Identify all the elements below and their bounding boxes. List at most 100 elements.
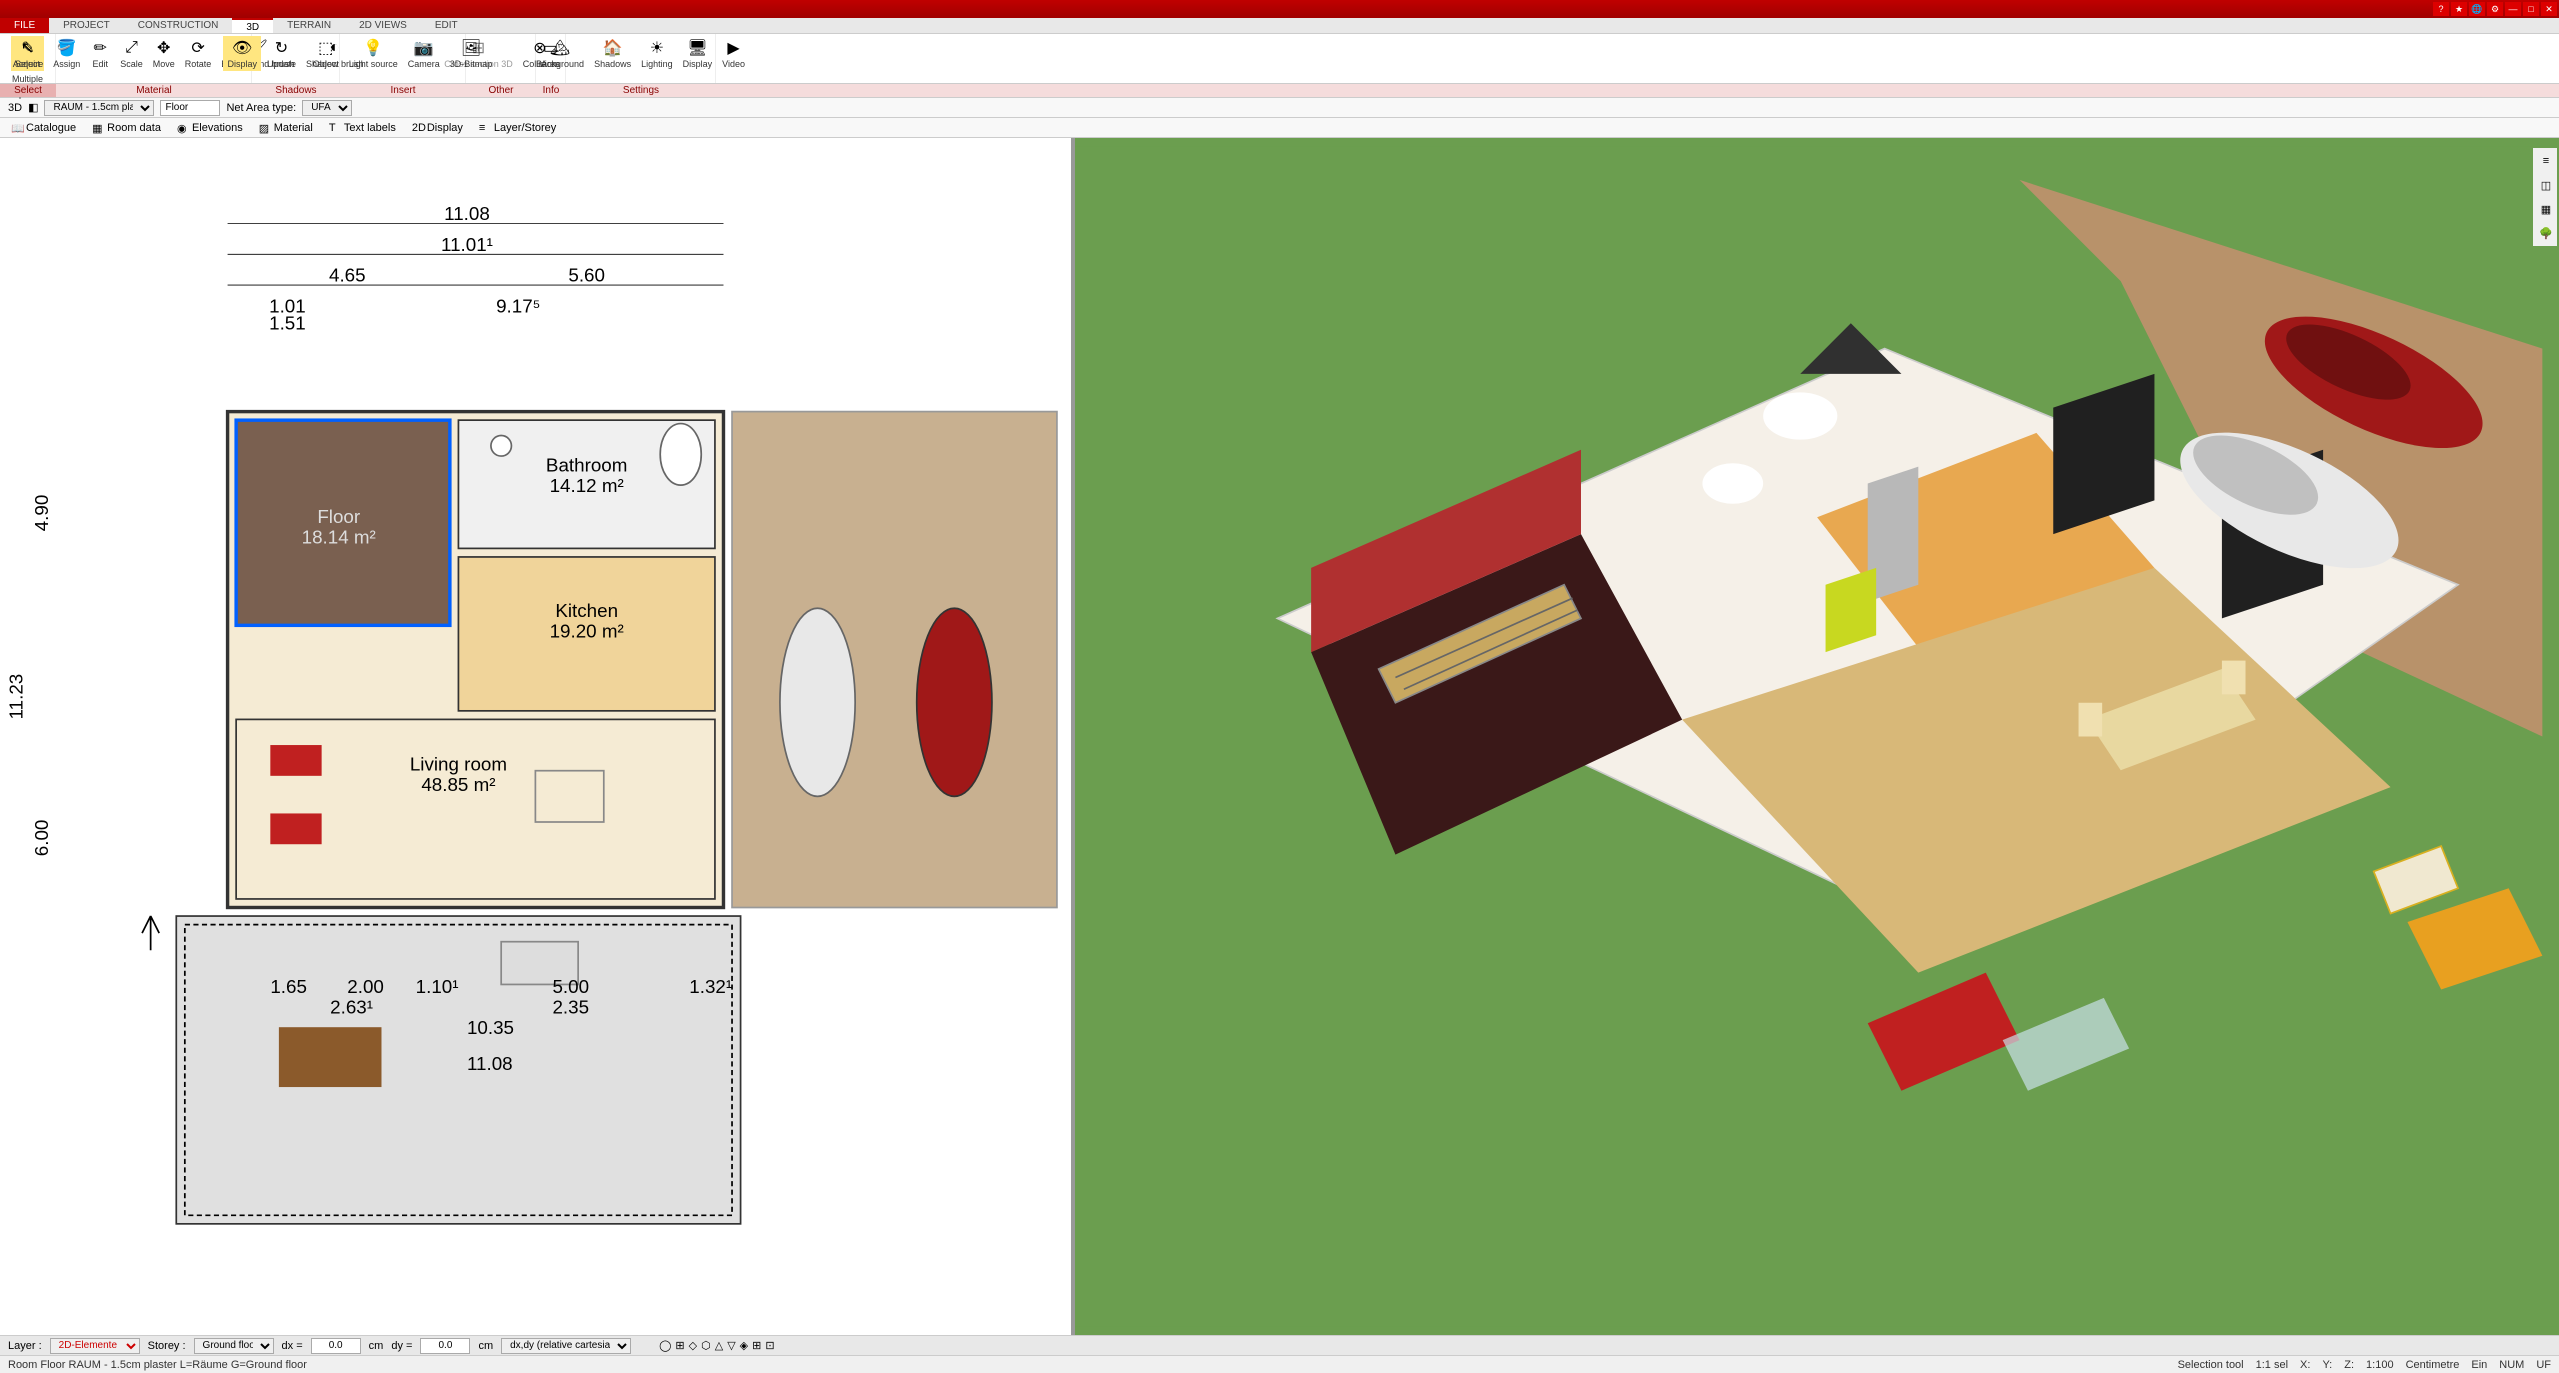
view-2d[interactable]: 11.08 11.01¹ 4.65 5.60 1.01 1.51 9.17⁵ 4… — [0, 138, 1075, 1335]
landscape-icon: 🏔 — [550, 38, 570, 58]
settings-icon[interactable]: ⚙ — [2487, 2, 2503, 16]
grid-icon[interactable]: ⊞ — [752, 1339, 761, 1352]
outdoor-table-icon — [279, 1027, 382, 1087]
background-button[interactable]: 🏔Background — [532, 36, 588, 71]
layer-label: Layer : — [8, 1340, 42, 1352]
display-button-2[interactable]: 2DDisplay — [405, 119, 470, 137]
assign-button[interactable]: 🪣Assign — [49, 36, 84, 71]
room-data-button[interactable]: ▦Room data — [85, 119, 168, 137]
sun-icon: ☀ — [647, 38, 667, 58]
group-other: Other — [466, 84, 536, 97]
svg-text:4.90: 4.90 — [31, 495, 52, 532]
rotate-button[interactable]: ⟳Rotate — [181, 36, 216, 71]
cross-section-button[interactable]: ⊞Cross section 3D — [440, 36, 517, 71]
display-icon: 2D — [412, 122, 424, 134]
menu-construction[interactable]: CONSTRUCTION — [124, 18, 233, 33]
globe-icon[interactable]: 🌐 — [2469, 2, 2485, 16]
menu-file[interactable]: FILE — [0, 18, 49, 33]
display-button[interactable]: 👁Display — [223, 36, 261, 71]
play-icon: ▶ — [724, 38, 744, 58]
snap-icon-7[interactable]: ◈ — [740, 1339, 748, 1352]
snap-icon-4[interactable]: ⬡ — [701, 1339, 711, 1352]
maximize-icon[interactable]: □ — [2523, 2, 2539, 16]
svg-text:18.14 m²: 18.14 m² — [302, 526, 376, 547]
light-source-button[interactable]: 💡Light source — [345, 36, 402, 71]
minimize-icon[interactable]: — — [2505, 2, 2521, 16]
eye-icon: 👁 — [232, 38, 252, 58]
dimensions-top: 11.08 11.01¹ 4.65 5.60 1.01 1.51 9.17⁵ — [228, 203, 724, 333]
group-insert: Insert — [340, 84, 466, 97]
tree-icon[interactable]: 🌳 — [2537, 224, 2555, 242]
view-3d[interactable]: ≡ ◫ ▦ 🌳 — [1075, 138, 2559, 1335]
snap-icon-1[interactable]: ◯ — [659, 1339, 671, 1352]
status-bar: Room Floor RAUM - 1.5cm plaster L=Räume … — [0, 1355, 2559, 1373]
star-icon[interactable]: ★ — [2451, 2, 2467, 16]
bucket-icon: 🪣 — [57, 38, 77, 58]
coord-select[interactable]: dx,dy (relative cartesian) — [501, 1338, 631, 1354]
snap-icon-2[interactable]: ⊞ — [675, 1339, 684, 1352]
snap-icon-3[interactable]: ◇ — [689, 1339, 697, 1352]
dx-unit: cm — [369, 1340, 384, 1352]
menu-2d-views[interactable]: 2D VIEWS — [345, 18, 421, 33]
scale-button[interactable]: ⤢Scale — [116, 36, 147, 71]
svg-text:14.12 m²: 14.12 m² — [550, 475, 624, 496]
object-button[interactable]: ⬚Object — [309, 36, 343, 71]
net-area-select[interactable]: UFA 1 — [302, 100, 352, 116]
catalogue-button[interactable]: 📖Catalogue — [4, 119, 83, 137]
close-icon[interactable]: ✕ — [2541, 2, 2557, 16]
menu-terrain[interactable]: TERRAIN — [273, 18, 345, 33]
text-labels-button[interactable]: TText labels — [322, 119, 403, 137]
svg-text:1.32¹: 1.32¹ — [689, 976, 732, 997]
book-icon: 📖 — [11, 122, 23, 134]
display2-button[interactable]: 🖥Display — [679, 36, 717, 71]
bathtub-3d — [1763, 392, 1837, 439]
storey-select[interactable]: Ground floor — [194, 1338, 274, 1354]
group-settings: Settings — [566, 84, 716, 97]
menu-project[interactable]: PROJECT — [49, 18, 124, 33]
material-button[interactable]: ▨Material — [252, 119, 320, 137]
dy-input[interactable] — [420, 1338, 470, 1354]
ortho-icon[interactable]: ⊡ — [765, 1339, 774, 1352]
layer-storey-button[interactable]: ≡Layer/Storey — [472, 119, 563, 137]
status-unit: Centimetre — [2406, 1359, 2460, 1371]
refresh-icon: ↻ — [271, 38, 291, 58]
sofa-icon — [270, 745, 321, 776]
dx-label: dx = — [282, 1340, 303, 1352]
group-shadows: Shadows — [252, 84, 340, 97]
layers-icon: ≡ — [479, 122, 491, 134]
text-icon: T — [329, 122, 341, 134]
help-icon[interactable]: ? — [2433, 2, 2449, 16]
elevations-button[interactable]: ◉Elevations — [170, 119, 250, 137]
svg-text:4.65: 4.65 — [329, 265, 366, 286]
side-toolbar: ≡ ◫ ▦ 🌳 — [2533, 148, 2557, 246]
svg-text:48.85 m²: 48.85 m² — [421, 774, 495, 795]
layer-select[interactable]: 2D-Elemente — [50, 1338, 140, 1354]
shadows-button[interactable]: 🏠Shadows — [590, 36, 635, 71]
lighting-button[interactable]: ☀Lighting — [637, 36, 677, 71]
toolbar2: 📖Catalogue ▦Room data ◉Elevations ▨Mater… — [0, 118, 2559, 138]
cube3d-icon[interactable]: ◫ — [2537, 176, 2555, 194]
bulb-icon: 💡 — [363, 38, 383, 58]
menu-3d[interactable]: 3D — [232, 18, 273, 33]
video-button[interactable]: ▶Video — [718, 36, 749, 71]
update-button[interactable]: ↻Update — [263, 36, 300, 71]
menu-edit[interactable]: EDIT — [421, 18, 472, 33]
object-name-select[interactable]: RAUM - 1.5cm plaster — [44, 100, 154, 116]
acquire-button[interactable]: ✎Acquire — [9, 36, 48, 71]
svg-text:2.63¹: 2.63¹ — [330, 997, 373, 1018]
layers-icon[interactable]: ≡ — [2537, 152, 2555, 170]
car-red-icon — [917, 608, 992, 796]
status-sel: 1:1 sel — [2256, 1359, 2288, 1371]
svg-text:11.23: 11.23 — [5, 674, 26, 720]
snap-icon-5[interactable]: △ — [715, 1339, 723, 1352]
dx-input[interactable] — [311, 1338, 361, 1354]
scale-icon: ⤢ — [121, 38, 141, 58]
camera-button[interactable]: 📷Camera — [404, 36, 444, 71]
colors-icon[interactable]: ▦ — [2537, 200, 2555, 218]
driveway — [732, 412, 1057, 908]
field1-input[interactable] — [160, 100, 220, 116]
move-button[interactable]: ✥Move — [149, 36, 179, 71]
snap-icon-6[interactable]: ▽ — [727, 1339, 735, 1352]
svg-text:5.00: 5.00 — [552, 976, 589, 997]
edit-button[interactable]: ✏Edit — [86, 36, 114, 71]
